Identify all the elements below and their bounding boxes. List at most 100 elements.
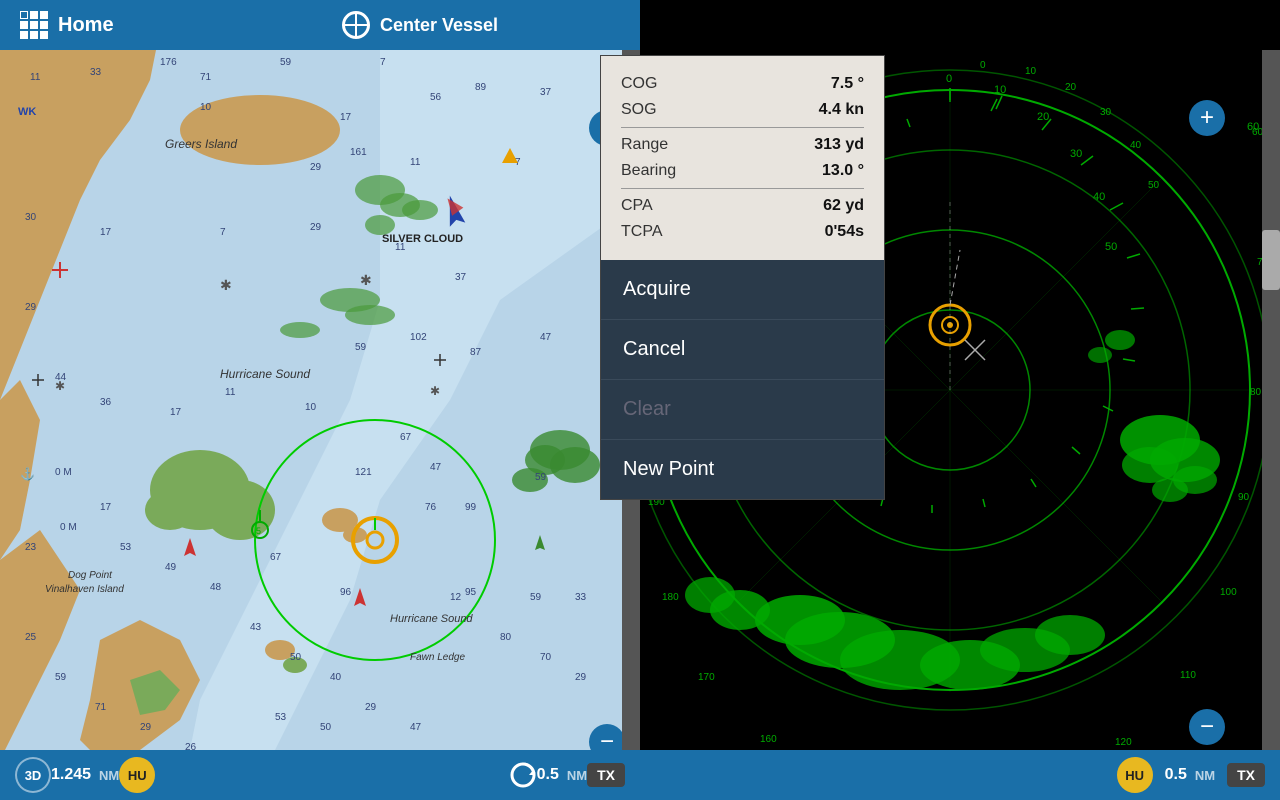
- new-point-button[interactable]: New Point: [601, 440, 884, 499]
- tcpa-label: TCPA: [621, 223, 662, 241]
- svg-text:29: 29: [140, 722, 152, 733]
- bearing-row: Bearing 13.0 °: [621, 158, 864, 184]
- tx-label-left: TX: [587, 763, 625, 787]
- svg-text:71: 71: [95, 702, 107, 713]
- nm-label-2-left: NM: [567, 768, 587, 783]
- acquire-button[interactable]: Acquire: [601, 260, 884, 320]
- cog-label: COG: [621, 75, 657, 93]
- mode-3d-badge: 3D: [15, 757, 51, 793]
- svg-text:11: 11: [30, 72, 41, 83]
- svg-text:120: 120: [1115, 737, 1132, 748]
- svg-text:53: 53: [275, 712, 287, 723]
- svg-text:✱: ✱: [360, 272, 372, 288]
- svg-text:50: 50: [290, 652, 302, 663]
- svg-text:59: 59: [355, 342, 367, 353]
- zoom-in-button-right[interactable]: +: [1189, 100, 1225, 136]
- svg-text:36: 36: [100, 397, 112, 408]
- svg-text:50: 50: [1148, 180, 1160, 191]
- svg-text:23: 23: [25, 542, 37, 553]
- svg-text:17: 17: [100, 227, 112, 238]
- range-label: Range: [621, 136, 668, 154]
- cancel-button[interactable]: Cancel: [601, 320, 884, 380]
- svg-text:Hurricane Sound: Hurricane Sound: [390, 613, 473, 625]
- svg-text:✱: ✱: [430, 384, 440, 398]
- svg-text:47: 47: [540, 332, 552, 343]
- grid-icon: [20, 11, 48, 39]
- svg-text:43: 43: [250, 622, 262, 633]
- svg-text:71: 71: [200, 72, 212, 83]
- scale-item-right: 0.5 NM: [1165, 766, 1215, 784]
- svg-text:80: 80: [1250, 387, 1262, 398]
- svg-text:59: 59: [530, 592, 542, 603]
- svg-text:160: 160: [760, 734, 777, 745]
- svg-text:11: 11: [395, 242, 406, 253]
- tcpa-value: 0'54s: [825, 223, 864, 241]
- svg-text:47: 47: [430, 462, 442, 473]
- svg-text:29: 29: [365, 702, 377, 713]
- scale-value-2-left: 0.5: [537, 766, 559, 784]
- svg-text:0: 0: [980, 60, 986, 71]
- svg-text:87: 87: [470, 347, 482, 358]
- svg-text:20: 20: [1037, 111, 1049, 123]
- tx-badge-left: TX: [587, 763, 625, 787]
- svg-text:33: 33: [575, 592, 587, 603]
- home-button[interactable]: Home: [0, 0, 200, 50]
- target-icon: [342, 11, 370, 39]
- svg-text:95: 95: [465, 587, 477, 598]
- svg-text:50: 50: [320, 722, 332, 733]
- svg-text:5: 5: [256, 526, 261, 536]
- svg-text:110: 110: [1180, 670, 1196, 681]
- refresh-item: [509, 761, 537, 789]
- svg-text:17: 17: [170, 407, 182, 418]
- svg-text:29: 29: [25, 302, 37, 313]
- svg-text:Vinalhaven Island: Vinalhaven Island: [45, 584, 124, 595]
- scale-value-right: 0.5: [1165, 766, 1187, 784]
- center-vessel-button[interactable]: Center Vessel: [200, 0, 640, 50]
- popup-divider-1: [621, 127, 864, 128]
- svg-text:10: 10: [994, 84, 1006, 96]
- svg-text:53: 53: [120, 542, 132, 553]
- svg-text:80: 80: [500, 632, 512, 643]
- svg-text:Hurricane Sound: Hurricane Sound: [220, 367, 310, 381]
- svg-text:12: 12: [450, 592, 462, 603]
- svg-text:48: 48: [210, 582, 222, 593]
- scale-item-2-left: 0.5 NM: [537, 766, 587, 784]
- svg-text:37: 37: [455, 272, 467, 283]
- cog-row: COG 7.5 °: [621, 71, 864, 97]
- svg-text:40: 40: [330, 672, 342, 683]
- sog-row: SOG 4.4 kn: [621, 97, 864, 123]
- range-row: Range 313 yd: [621, 132, 864, 158]
- cpa-value: 62 yd: [823, 197, 864, 215]
- svg-text:40: 40: [1093, 191, 1105, 203]
- svg-text:67: 67: [400, 432, 412, 443]
- svg-text:96: 96: [340, 587, 352, 598]
- svg-text:Fawn Ledge: Fawn Ledge: [410, 652, 465, 663]
- svg-text:100: 100: [1220, 587, 1237, 598]
- svg-text:59: 59: [280, 57, 292, 68]
- mode-hu-item-right: HU: [1117, 757, 1153, 793]
- cpa-label: CPA: [621, 197, 653, 215]
- svg-text:59: 59: [535, 472, 547, 483]
- svg-text:29: 29: [310, 222, 322, 233]
- top-bar-left: Home Center Vessel: [0, 0, 640, 50]
- chart-panel: WK 11 33 176 71 59 7 56 89 37 10 17 29 1…: [0, 0, 640, 800]
- scrollbar-right[interactable]: [1262, 50, 1280, 750]
- clear-button[interactable]: Clear: [601, 380, 884, 440]
- svg-text:180: 180: [662, 592, 679, 603]
- svg-text:89: 89: [475, 82, 487, 93]
- svg-text:37: 37: [540, 87, 552, 98]
- mode-hu-badge-left: HU: [119, 757, 155, 793]
- nm-label-left: NM: [99, 768, 119, 783]
- svg-text:WK: WK: [18, 106, 36, 118]
- cog-value: 7.5 °: [831, 75, 864, 93]
- svg-text:17: 17: [100, 502, 112, 513]
- svg-text:11: 11: [225, 387, 236, 398]
- svg-text:10: 10: [1025, 66, 1037, 77]
- svg-text:102: 102: [410, 332, 427, 343]
- bottom-bar-left: 3D 1.245 NM HU 0.5 NM TX: [0, 750, 640, 800]
- zoom-out-button-right[interactable]: −: [1189, 709, 1225, 745]
- scrollbar-thumb-right[interactable]: [1262, 230, 1280, 290]
- svg-text:161: 161: [350, 147, 367, 158]
- home-label: Home: [58, 14, 114, 37]
- tx-badge-right: TX: [1227, 763, 1265, 787]
